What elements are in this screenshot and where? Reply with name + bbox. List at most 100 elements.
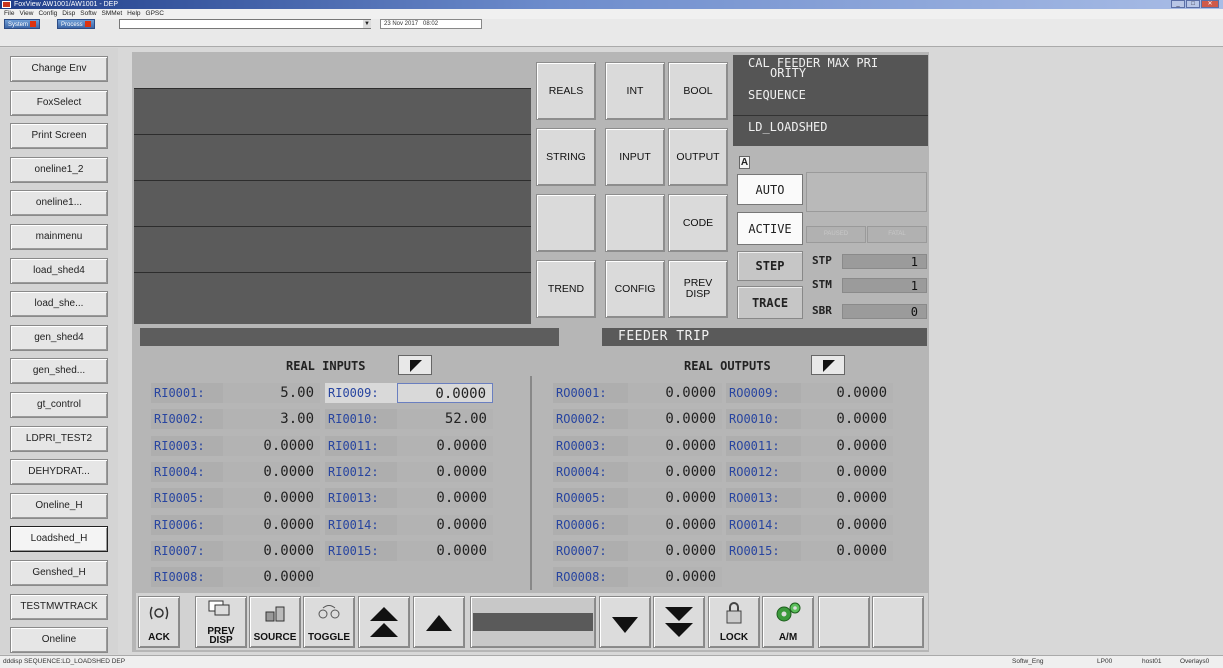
grid-button-blank[interactable]: [536, 194, 596, 252]
ri0013-value[interactable]: 0.0000: [397, 488, 493, 509]
ack-button[interactable]: ACK: [138, 596, 180, 648]
blank-button[interactable]: [872, 596, 924, 648]
command-field[interactable]: [119, 19, 371, 29]
grid-button-output[interactable]: OUTPUT: [668, 128, 728, 186]
nav-button-gen-shed4[interactable]: gen_shed4: [10, 324, 108, 351]
ro0002-value[interactable]: 0.0000: [628, 409, 722, 430]
blank-button[interactable]: [818, 596, 870, 648]
grid-button-string[interactable]: STRING: [536, 128, 596, 186]
ri0015-value[interactable]: 0.0000: [397, 540, 493, 561]
nav-button-oneline1[interactable]: oneline1...: [10, 190, 108, 217]
process-button[interactable]: Process: [57, 19, 95, 29]
ri0008-value[interactable]: 0.0000: [223, 567, 320, 588]
nav-button-dehydrat[interactable]: DEHYDRAT...: [10, 459, 108, 486]
chevron-down-icon[interactable]: ▼: [363, 20, 371, 28]
ri0009-value[interactable]: 0.0000: [397, 383, 493, 403]
nav-button-loadshed-h[interactable]: Loadshed_H: [10, 526, 108, 553]
nav-button-mainmenu[interactable]: mainmenu: [10, 224, 108, 250]
lock-button[interactable]: LOCK: [708, 596, 760, 648]
nav-button-change-env[interactable]: Change Env: [10, 56, 108, 82]
ri0011-value[interactable]: 0.0000: [397, 435, 493, 456]
ro0008-value[interactable]: 0.0000: [628, 567, 722, 588]
ri0006-value[interactable]: 0.0000: [223, 514, 320, 535]
system-button[interactable]: System: [4, 19, 41, 29]
inputs-menu-button[interactable]: [398, 355, 432, 375]
sbr-label: SBR: [812, 304, 832, 317]
nav-button-oneline1-2[interactable]: oneline1_2: [10, 156, 108, 183]
ri0003-value[interactable]: 0.0000: [223, 435, 320, 456]
scroll-track[interactable]: [470, 596, 596, 648]
menu-gpsc[interactable]: GPSC: [146, 9, 164, 19]
menu-config[interactable]: Config: [38, 9, 57, 19]
trace-button[interactable]: TRACE: [737, 286, 803, 319]
ri0002-value[interactable]: 3.00: [223, 409, 320, 430]
menu-help[interactable]: Help: [127, 9, 140, 19]
page-down-button[interactable]: [653, 596, 705, 648]
auto-manual-button[interactable]: A/M: [762, 596, 814, 648]
active-button[interactable]: ACTIVE: [737, 212, 803, 245]
ri0007-value[interactable]: 0.0000: [223, 540, 320, 561]
ri0012-value[interactable]: 0.0000: [397, 461, 493, 482]
ro0011-value[interactable]: 0.0000: [801, 435, 893, 456]
grid-button-code[interactable]: CODE: [668, 194, 728, 252]
grid-button-config[interactable]: CONFIG: [605, 260, 665, 318]
toggle-button[interactable]: TOGGLE: [303, 596, 355, 648]
ro0006-value[interactable]: 0.0000: [628, 514, 722, 535]
ro0001-value[interactable]: 0.0000: [628, 383, 722, 403]
stm-label: STM: [812, 278, 832, 291]
ro0012-value[interactable]: 0.0000: [801, 461, 893, 482]
menu-file[interactable]: File: [4, 9, 14, 19]
ro0015-value[interactable]: 0.0000: [801, 540, 893, 561]
ro0005-value[interactable]: 0.0000: [628, 488, 722, 509]
nav-button-load-shed4[interactable]: load_shed4: [10, 257, 108, 284]
ro0013-value[interactable]: 0.0000: [801, 488, 893, 509]
ro0009-value[interactable]: 0.0000: [801, 383, 893, 403]
am-label: A/M: [778, 632, 798, 643]
auto-button[interactable]: AUTO: [737, 174, 803, 205]
ro0014-value[interactable]: 0.0000: [801, 514, 893, 535]
ro0007-value[interactable]: 0.0000: [628, 540, 722, 561]
grid-button-label: CODE: [682, 216, 714, 229]
nav-button-oneline[interactable]: Oneline: [10, 627, 108, 654]
ri0005-value[interactable]: 0.0000: [223, 488, 320, 509]
ri0004-value[interactable]: 0.0000: [223, 461, 320, 482]
grid-button-input[interactable]: INPUT: [605, 128, 665, 186]
ro0003-value[interactable]: 0.0000: [628, 435, 722, 456]
ro0010-value[interactable]: 0.0000: [801, 409, 893, 430]
menu-disp[interactable]: Disp: [62, 9, 75, 19]
nav-button-print-screen[interactable]: Print Screen: [10, 123, 108, 150]
grid-button-reals[interactable]: REALS: [536, 62, 596, 120]
grid-button-bool[interactable]: BOOL: [668, 62, 728, 120]
nav-button-testmwtrack[interactable]: TESTMWTRACK: [10, 593, 108, 620]
source-button[interactable]: SOURCE: [249, 596, 301, 648]
nav-button-gt-control[interactable]: gt_control: [10, 392, 108, 418]
ri0001-value[interactable]: 5.00: [223, 383, 320, 403]
grid-button-trend[interactable]: TREND: [536, 260, 596, 318]
page-up-button[interactable]: [358, 596, 410, 648]
nav-button-load-she[interactable]: load_she...: [10, 291, 108, 318]
menu-view[interactable]: View: [19, 9, 33, 19]
nav-button-oneline-h[interactable]: Oneline_H: [10, 492, 108, 519]
nav-button-ldpri-test2[interactable]: LDPRI_TEST2: [10, 425, 108, 452]
step-button[interactable]: STEP: [737, 251, 803, 281]
scroll-down-button[interactable]: [599, 596, 651, 648]
close-icon[interactable]: ✕: [1201, 0, 1219, 8]
nav-button-foxselect[interactable]: FoxSelect: [10, 89, 108, 116]
ro0006-label: RO0006:: [553, 514, 628, 535]
scroll-thumb[interactable]: [473, 613, 593, 631]
ri0014-value[interactable]: 0.0000: [397, 514, 493, 535]
nav-button-genshed-h[interactable]: Genshed_H: [10, 560, 108, 586]
ro0004-value[interactable]: 0.0000: [628, 461, 722, 482]
menu-softw[interactable]: Softw: [80, 9, 96, 19]
menu-smmet[interactable]: SMMet: [102, 9, 123, 19]
outputs-menu-button[interactable]: [811, 355, 845, 375]
grid-button-int[interactable]: INT: [605, 62, 665, 120]
grid-button-blank[interactable]: [605, 194, 665, 252]
maximize-icon[interactable]: □: [1186, 0, 1200, 8]
scroll-up-button[interactable]: [413, 596, 465, 648]
grid-button-prev-disp[interactable]: PREV DISP: [668, 260, 728, 318]
ri0010-value[interactable]: 52.00: [397, 409, 493, 430]
prev-disp-button[interactable]: PREV DISP: [195, 596, 247, 648]
nav-button-gen-shed[interactable]: gen_shed...: [10, 358, 108, 385]
minimize-icon[interactable]: _: [1171, 0, 1185, 8]
